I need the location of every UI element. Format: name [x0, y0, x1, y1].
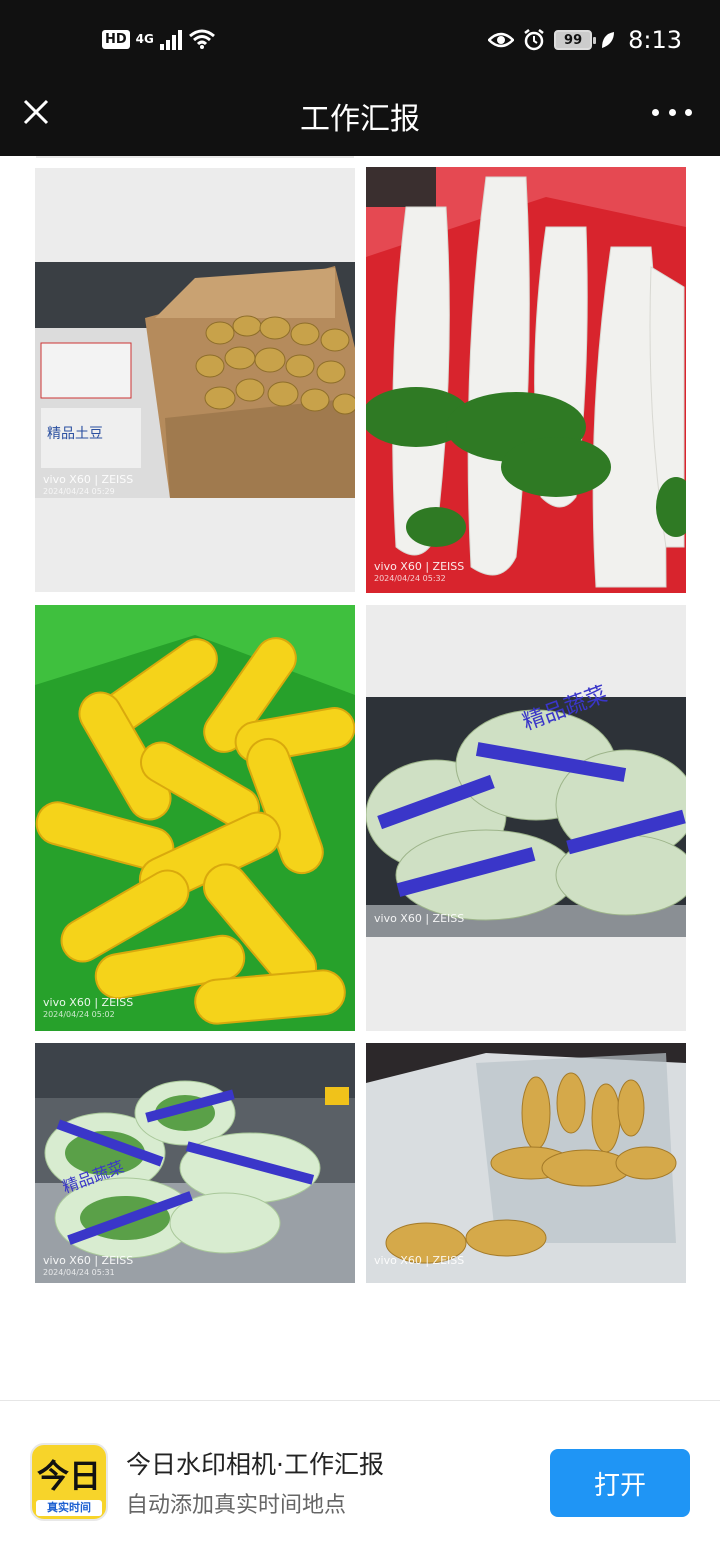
packaged-vegetables-image: 精品蔬菜 [366, 682, 686, 937]
app-promo-banner: 今日 真实时间 今日水印相机·工作汇报 自动添加真实时间地点 打开 [0, 1400, 720, 1560]
photo-watermark: vivo X60 | ZEISS 2024/04/24 05:31 [43, 1254, 134, 1278]
photo-corn[interactable]: vivo X60 | ZEISS 2024/04/24 05:02 [35, 605, 355, 1031]
more-icon [652, 108, 659, 116]
photo-radish[interactable]: vivo X60 | ZEISS 2024/04/24 05:32 [366, 167, 686, 593]
more-button[interactable] [652, 100, 692, 124]
photo-watermark: vivo X60 | ZEISS 2024/04/24 05:29 [43, 473, 134, 497]
app-icon[interactable]: 今日 真实时间 [30, 1443, 108, 1521]
photo-grid: 精品土豆 vivo X60 | ZEISS 2024/04/24 05:29 v… [0, 156, 720, 1400]
banner-title: 今日水印相机·工作汇报 [126, 1450, 384, 1479]
open-app-button[interactable]: 打开 [550, 1449, 690, 1517]
photo-green-beans[interactable]: 精品蔬菜 vivo X60 | ZEISS 2024/04/24 05:31 [35, 1043, 355, 1283]
app-icon-tagline: 真实时间 [36, 1500, 102, 1516]
photo-ginger[interactable]: vivo X60 | ZEISS [366, 1043, 686, 1283]
clock: 8:13 [628, 26, 682, 54]
battery-indicator: 99 [554, 30, 597, 50]
radish-image [366, 167, 686, 593]
header: 工作汇报 [0, 82, 720, 156]
photo-potatoes[interactable]: 精品土豆 vivo X60 | ZEISS 2024/04/24 05:29 [35, 168, 355, 592]
photo-watermark: vivo X60 | ZEISS 2024/04/24 05:32 [374, 560, 465, 584]
page-title: 工作汇报 [300, 102, 420, 137]
signal-icon [159, 28, 182, 50]
photo-watermark: vivo X60 | ZEISS [374, 912, 465, 925]
network-type: 4G [135, 32, 154, 46]
status-right: 99 8:13 [488, 26, 682, 54]
ginger-image [366, 1043, 686, 1283]
battery-level: 99 [564, 32, 583, 48]
banner-subtitle: 自动添加真实时间地点 [126, 1493, 347, 1518]
app-icon-logo-text: 今日 [36, 1457, 101, 1495]
corn-image [35, 605, 355, 1031]
wifi-icon [188, 29, 215, 49]
potatoes-image: 精品土豆 [35, 262, 355, 498]
leaf-icon [602, 32, 615, 48]
photo-packaged-vegetables[interactable]: 精品蔬菜 vivo X60 | ZEISS [366, 605, 686, 1031]
alarm-icon [524, 29, 544, 51]
potato-bag-label: 精品土豆 [47, 426, 103, 442]
green-beans-image: 精品蔬菜 [35, 1043, 355, 1283]
photo-watermark: vivo X60 | ZEISS 2024/04/24 05:02 [43, 996, 134, 1020]
eye-icon [488, 32, 515, 48]
photo-watermark: vivo X60 | ZEISS [374, 1254, 465, 1267]
status-left: HD 4G [102, 28, 216, 50]
status-bar: HD 4G 99 8:13 [0, 0, 720, 82]
hd-badge: HD [102, 29, 130, 49]
